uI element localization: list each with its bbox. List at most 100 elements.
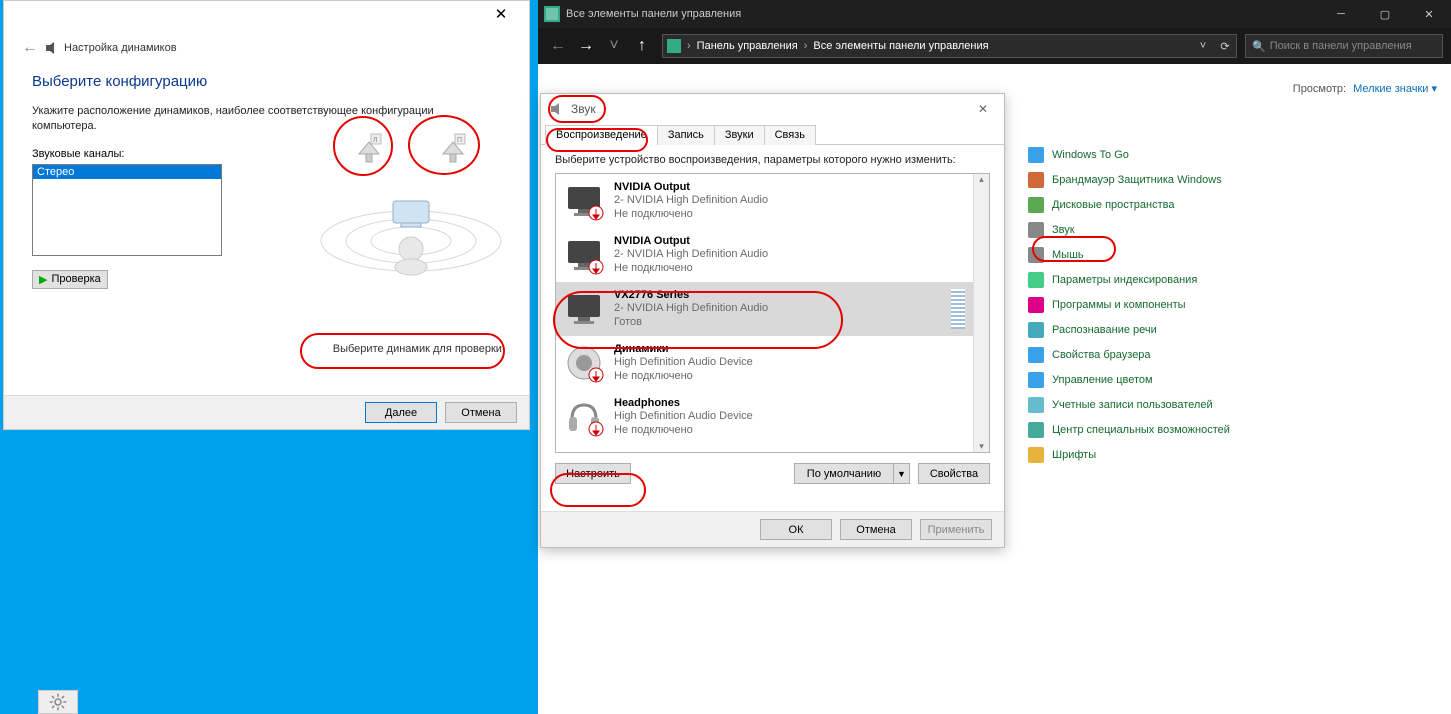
device-icon <box>564 343 604 383</box>
device-row-3[interactable]: Динамики High Definition Audio Device Не… <box>556 336 973 390</box>
cp-item-label: Шрифты <box>1052 449 1096 461</box>
tab-Запись[interactable]: Запись <box>657 125 715 145</box>
device-name: Headphones <box>614 397 753 411</box>
cp-item-12[interactable]: Шрифты <box>1028 442 1278 467</box>
control-panel-icon <box>544 6 560 22</box>
close-icon[interactable]: ✕ <box>970 102 996 116</box>
view-label: Просмотр: <box>1293 83 1346 95</box>
view-value[interactable]: Мелкие значки ▾ <box>1353 83 1437 95</box>
tab-Звуки[interactable]: Звуки <box>714 125 765 145</box>
cp-item-7[interactable]: Распознавание речи <box>1028 317 1278 342</box>
set-default-button[interactable]: По умолчанию ▼ <box>794 463 910 484</box>
breadcrumb-1[interactable]: Панель управления <box>697 40 798 52</box>
cp-item-11[interactable]: Центр специальных возможностей <box>1028 417 1278 442</box>
nav-back-icon[interactable]: ← <box>546 34 570 58</box>
cp-item-0[interactable]: Windows To Go <box>1028 142 1278 167</box>
device-icon <box>564 289 604 329</box>
dialog-title: Настройка динамиков <box>64 42 177 54</box>
cp-item-label: Брандмауэр Защитника Windows <box>1052 174 1222 186</box>
scroll-up-icon[interactable]: ▴ <box>979 174 984 185</box>
ok-button[interactable]: ОК <box>760 519 832 540</box>
maximize-button[interactable]: ▢ <box>1363 0 1407 28</box>
device-row-4[interactable]: Headphones High Definition Audio Device … <box>556 390 973 444</box>
svg-text:П: П <box>457 137 462 144</box>
device-name: NVIDIA Output <box>614 181 768 195</box>
minimize-button[interactable]: ─ <box>1319 0 1363 28</box>
speaker-illustration: Л П <box>311 101 511 281</box>
device-status: Не подключено <box>614 208 768 222</box>
cp-item-icon <box>1028 197 1044 213</box>
cp-item-10[interactable]: Учетные записи пользователей <box>1028 392 1278 417</box>
info-text: Выберите динамик для проверки. <box>333 343 505 355</box>
device-icon <box>564 235 604 275</box>
scrollbar[interactable]: ▴▾ <box>973 174 989 452</box>
cp-item-icon <box>1028 422 1044 438</box>
cp-item-2[interactable]: Дисковые пространства <box>1028 192 1278 217</box>
device-status: Готов <box>614 316 768 330</box>
close-icon[interactable]: ✕ <box>481 5 521 27</box>
cp-item-label: Параметры индексирования <box>1052 274 1197 286</box>
apply-button[interactable]: Применить <box>920 519 992 540</box>
sound-icon <box>549 101 565 117</box>
breadcrumb-2[interactable]: Все элементы панели управления <box>813 40 988 52</box>
taskbar-settings-icon[interactable] <box>38 690 78 714</box>
cp-item-4[interactable]: Мышь <box>1028 242 1278 267</box>
device-name: Динамики <box>614 343 753 357</box>
device-desc: 2- NVIDIA High Definition Audio <box>614 194 768 208</box>
nav-forward-icon[interactable]: → <box>574 34 598 58</box>
cp-item-5[interactable]: Параметры индексирования <box>1028 267 1278 292</box>
device-row-2[interactable]: VX2776 Series 2- NVIDIA High Definition … <box>556 282 973 336</box>
playback-hint: Выберите устройство воспроизведения, пар… <box>555 153 990 167</box>
speaker-setup-dialog: ✕ ← Настройка динамиков Выберите конфигу… <box>3 0 530 430</box>
nav-up-icon[interactable]: ↑ <box>630 34 654 58</box>
search-input[interactable]: 🔍 Поиск в панели управления <box>1245 34 1443 58</box>
tab-Воспроизведение[interactable]: Воспроизведение <box>545 125 658 145</box>
cp-item-icon <box>1028 372 1044 388</box>
cp-item-1[interactable]: Брандмауэр Защитника Windows <box>1028 167 1278 192</box>
nav-history-icon[interactable]: ˅ <box>602 34 626 58</box>
config-heading: Выберите конфигурацию <box>32 73 501 90</box>
sound-dialog: Звук ✕ ВоспроизведениеЗаписьЗвукиСвязь В… <box>540 93 1005 548</box>
cp-item-3[interactable]: Звук <box>1028 217 1278 242</box>
cancel-button[interactable]: Отмена <box>840 519 912 540</box>
back-arrow-icon[interactable]: ← <box>22 39 38 57</box>
device-icon <box>564 181 604 221</box>
device-row-0[interactable]: NVIDIA Output 2- NVIDIA High Definition … <box>556 174 973 228</box>
svg-text:Л: Л <box>373 137 378 144</box>
device-status: Не подключено <box>614 424 753 438</box>
play-icon: ▶ <box>39 273 47 286</box>
cp-item-icon <box>1028 297 1044 313</box>
addr-dropdown-icon[interactable]: ˅ <box>1192 40 1214 53</box>
device-desc: 2- NVIDIA High Definition Audio <box>614 302 768 316</box>
cp-item-icon <box>1028 397 1044 413</box>
channel-option-stereo[interactable]: Стерео <box>33 165 221 179</box>
device-desc: High Definition Audio Device <box>614 356 753 370</box>
cp-item-icon <box>1028 147 1044 163</box>
cancel-button[interactable]: Отмена <box>445 402 517 423</box>
device-status: Не подключено <box>614 262 768 276</box>
properties-button[interactable]: Свойства <box>918 463 990 484</box>
tab-Связь[interactable]: Связь <box>764 125 816 145</box>
search-placeholder: Поиск в панели управления <box>1270 40 1412 52</box>
control-panel-small-icon <box>667 39 681 53</box>
cp-item-icon <box>1028 347 1044 363</box>
cp-item-8[interactable]: Свойства браузера <box>1028 342 1278 367</box>
cp-item-9[interactable]: Управление цветом <box>1028 367 1278 392</box>
cp-item-icon <box>1028 447 1044 463</box>
next-button[interactable]: Далее <box>365 402 437 423</box>
cp-item-label: Управление цветом <box>1052 374 1153 386</box>
device-name: NVIDIA Output <box>614 235 768 249</box>
scroll-down-icon[interactable]: ▾ <box>979 441 984 452</box>
refresh-icon[interactable]: ⟳ <box>1214 40 1236 53</box>
cp-item-label: Windows To Go <box>1052 149 1129 161</box>
device-row-1[interactable]: NVIDIA Output 2- NVIDIA High Definition … <box>556 228 973 282</box>
test-button[interactable]: ▶ Проверка <box>32 270 108 289</box>
cp-item-6[interactable]: Программы и компоненты <box>1028 292 1278 317</box>
window-title: Все элементы панели управления <box>566 8 741 20</box>
chevron-down-icon[interactable]: ▼ <box>894 463 910 484</box>
configure-button[interactable]: Настроить <box>555 463 631 484</box>
channels-listbox[interactable]: Стерео <box>32 164 222 256</box>
cp-item-label: Мышь <box>1052 249 1084 261</box>
close-button[interactable]: ✕ <box>1407 0 1451 28</box>
address-bar[interactable]: › Панель управления › Все элементы панел… <box>662 34 1237 58</box>
